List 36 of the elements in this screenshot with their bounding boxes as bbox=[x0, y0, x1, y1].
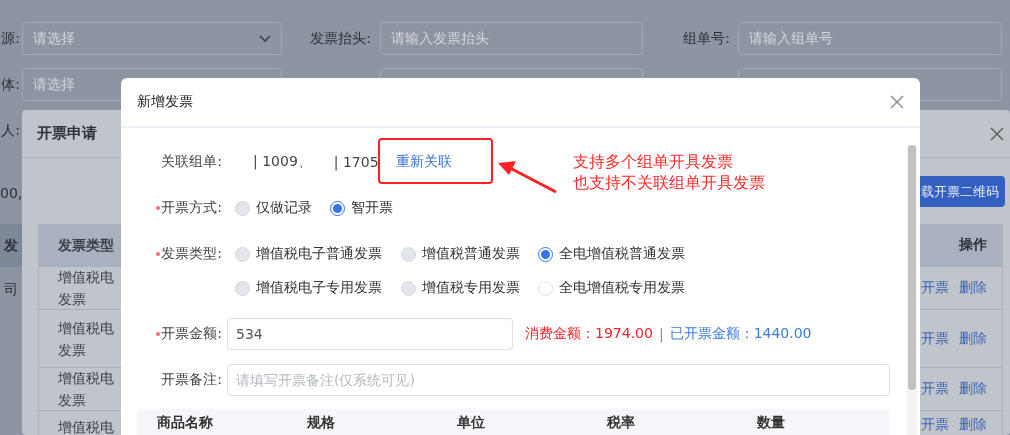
consumed-amount: 消费金额：1974.00 bbox=[525, 325, 653, 343]
column-header: 单位 bbox=[457, 414, 486, 432]
field-label: 开票备注: bbox=[161, 371, 222, 389]
table-cell-text: 发票 bbox=[58, 340, 86, 360]
field-label: 发票类型: bbox=[161, 245, 222, 263]
field-label: 开票金额: bbox=[161, 325, 222, 343]
column-header: 数量 bbox=[757, 414, 786, 432]
table-cell-text: 增值税电 bbox=[58, 318, 114, 338]
column-header: 操作 bbox=[959, 236, 987, 254]
column-header: 税率 bbox=[607, 414, 636, 432]
table-cell-text: 发票 bbox=[58, 391, 86, 410]
table-cell-text: 增值税电 bbox=[58, 268, 114, 287]
table-cell-text: 增值税电 bbox=[58, 369, 114, 388]
text-fragment: 00, bbox=[0, 184, 22, 203]
linked-order: | 1009、 bbox=[253, 153, 312, 171]
dialog-title: 开票申请 bbox=[37, 124, 97, 143]
issued-amount: 已开票金额：1440.00 bbox=[669, 325, 812, 343]
field-label: 体: bbox=[0, 75, 20, 94]
linked-order: | 1705 bbox=[333, 154, 379, 170]
field-label: 组单号: bbox=[682, 29, 731, 48]
column-header: 发 bbox=[0, 224, 22, 267]
field-label: 源: bbox=[0, 29, 20, 48]
table-cell-text: 增值税电 bbox=[58, 418, 114, 435]
field-label: 开票方式: bbox=[161, 199, 222, 217]
table-cell-text: 司 bbox=[3, 280, 19, 299]
column-header: 发票类型 bbox=[58, 236, 114, 255]
column-header: 商品名称 bbox=[157, 414, 214, 432]
field-label: 关联组单: bbox=[161, 153, 222, 171]
table-cell-text: 发票 bbox=[58, 290, 86, 309]
column-header: 规格 bbox=[307, 414, 336, 432]
field-label: 发票抬头: bbox=[309, 29, 372, 48]
field-label: 人: bbox=[0, 121, 20, 140]
separator: | bbox=[658, 326, 664, 342]
annotation-text: 支持多个组单开具发票 bbox=[573, 151, 734, 172]
dialog-title: 新增发票 bbox=[137, 93, 193, 111]
annotation-text: 也支持不关联组单开具发票 bbox=[573, 172, 765, 193]
